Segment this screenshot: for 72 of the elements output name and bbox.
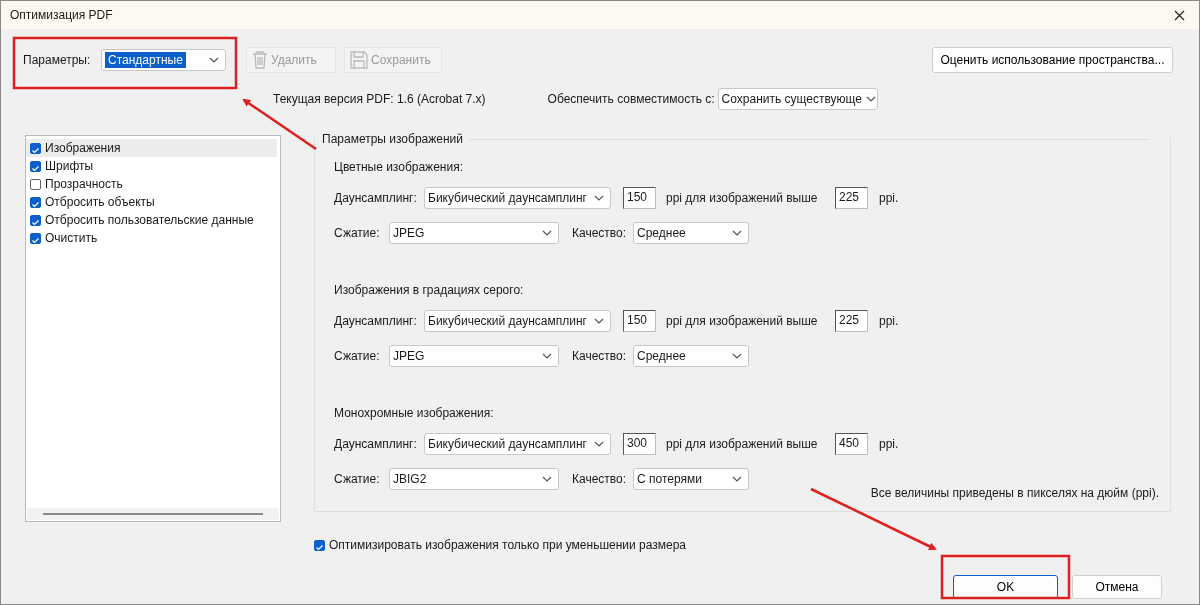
quality-dropdown[interactable]: С потерями [633,468,749,490]
checkbox[interactable] [30,196,41,208]
horizontal-scrollbar[interactable] [27,508,279,520]
section-heading: Монохромные изображения: [334,406,495,422]
compression-label: Сжатие: [334,472,381,486]
dropdown-caret-icon [594,195,604,201]
dropdown-caret-icon [594,318,604,324]
quality-dropdown[interactable]: Среднее [633,222,749,244]
downsampling-label: Даунсамплинг: [334,191,418,205]
optimize-label: Оптимизировать изображения только при уменьшении размера [329,538,687,552]
section-heading: Изображения в градациях серого: [334,283,525,299]
ok-button[interactable]: OK [953,575,1058,599]
dropdown-caret-icon [594,441,604,447]
threshold-label: ppi для изображений выше [666,314,819,328]
checkbox[interactable] [314,539,325,551]
compression-label: Сжатие: [334,226,381,240]
checkbox[interactable] [30,178,41,190]
pdf-version-text: Текущая версия PDF: 1.6 (Acrobat 7.x) [273,92,486,106]
trash-icon [251,50,269,70]
downsampling-label: Даунсамплинг: [334,314,418,328]
threshold-field[interactable]: 225 [835,187,868,209]
resolution-field[interactable]: 150 [623,187,656,209]
threshold-field[interactable]: 225 [835,310,868,332]
quality-label: Качество: [572,226,628,240]
dropdown-caret-icon [866,96,876,102]
category-item[interactable]: Изображения [26,139,277,157]
category-item[interactable]: Отбросить пользовательские данные [26,211,277,229]
downsampling-dropdown[interactable]: Бикубический даунсамплинг [424,310,611,332]
compression-dropdown[interactable]: JPEG [389,222,559,244]
dropdown-caret-icon [542,353,552,359]
threshold-field[interactable]: 450 [835,433,868,455]
quality-label: Качество: [572,349,628,363]
unit-label: ppi. [879,437,899,451]
group-title: Параметры изображений [322,132,464,146]
quality-label: Качество: [572,472,628,486]
compatibility-dropdown[interactable]: Сохранить существующе [717,88,878,110]
dropdown-caret-icon [732,476,742,482]
category-item[interactable]: Очистить [26,229,277,247]
resolution-field[interactable]: 300 [623,433,656,455]
compatibility-label: Обеспечить совместимость с: [547,92,716,106]
audit-space-button[interactable]: Оценить использование пространства... [932,47,1173,73]
downsampling-label: Даунсамплинг: [334,437,418,451]
category-item[interactable]: Шрифты [26,157,277,175]
resolution-field[interactable]: 150 [623,310,656,332]
dropdown-caret-icon [732,353,742,359]
units-note: Все величины приведены в пикселях на дюйм (ppi). [870,486,1159,500]
category-item[interactable]: Прозрачность [26,175,277,193]
compression-dropdown[interactable]: JPEG [389,345,559,367]
downsampling-dropdown[interactable]: Бикубический даунсамплинг [424,433,611,455]
close-icon[interactable] [1174,9,1185,21]
cancel-button[interactable]: Отмена [1072,575,1162,599]
preset-label: Параметры: [23,53,92,67]
checkbox[interactable] [30,160,41,172]
section-heading: Цветные изображения: [334,160,464,176]
checkbox[interactable] [30,232,41,244]
dropdown-caret-icon [542,230,552,236]
threshold-label: ppi для изображений выше [666,437,819,451]
dropdown-caret-icon [542,476,552,482]
compression-label: Сжатие: [334,349,381,363]
compression-dropdown[interactable]: JBIG2 [389,468,559,490]
category-item[interactable]: Отбросить объекты [26,193,277,211]
checkbox[interactable] [30,214,41,226]
threshold-label: ppi для изображений выше [666,191,819,205]
preset-dropdown[interactable]: Стандартные [101,49,226,71]
dropdown-caret-icon [209,57,219,63]
downsampling-dropdown[interactable]: Бикубический даунсамплинг [424,187,611,209]
quality-dropdown[interactable]: Среднее [633,345,749,367]
window-title: Оптимизация PDF [10,8,113,22]
unit-label: ppi. [879,191,899,205]
checkbox[interactable] [30,142,41,154]
unit-label: ppi. [879,314,899,328]
dropdown-caret-icon [732,230,742,236]
